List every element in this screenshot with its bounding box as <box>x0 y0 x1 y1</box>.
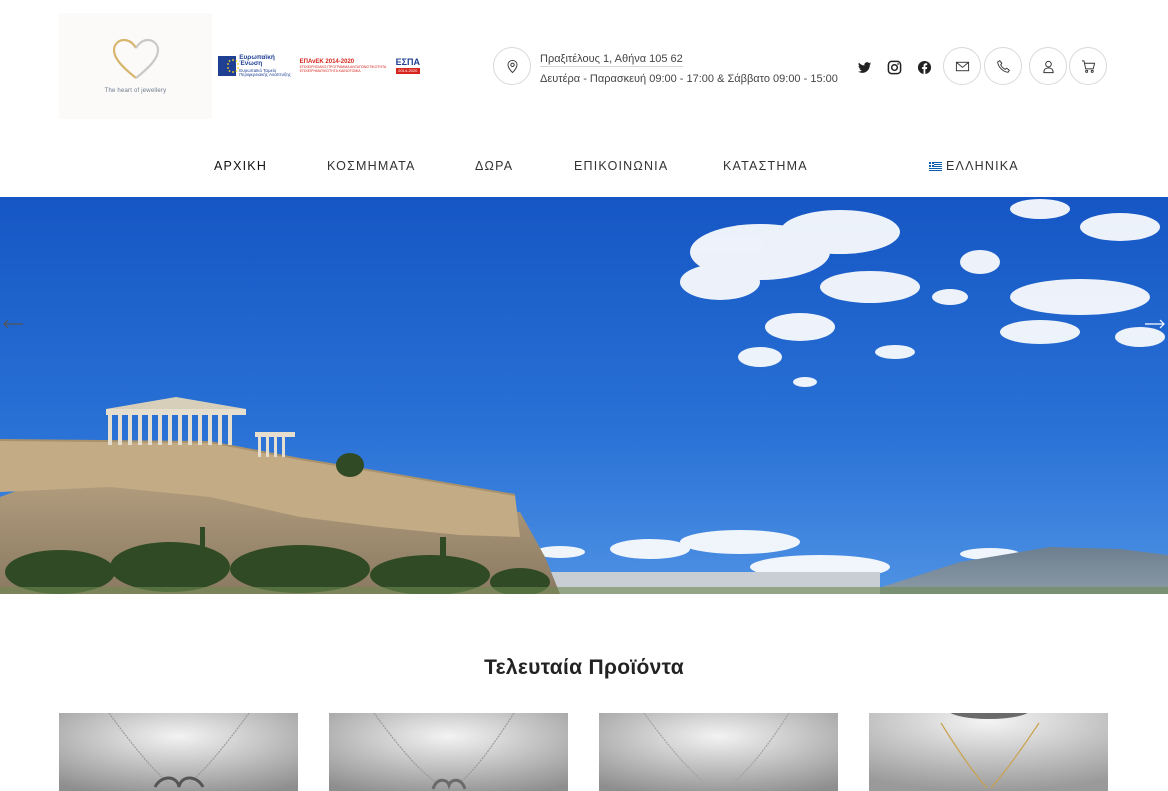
account-button[interactable] <box>1029 47 1067 85</box>
product-image <box>869 713 1108 791</box>
language-switcher[interactable]: ΕΛΛΗΝΙΚΑ <box>929 159 1019 173</box>
arrow-right-icon[interactable] <box>1144 318 1166 330</box>
site-header: The heart of jewellery Ευρωπαϊκή Ένωση Ε… <box>0 0 1168 197</box>
hero-slider[interactable] <box>0 197 1168 594</box>
product-image <box>329 713 568 791</box>
store-address[interactable]: Πραξιτέλους 1, Αθήνα 105 62 <box>540 53 683 67</box>
cart-button[interactable] <box>1069 47 1107 85</box>
greek-flag-icon <box>929 161 942 171</box>
product-card[interactable] <box>329 713 568 791</box>
heart-logo-icon <box>112 38 159 79</box>
map-pin-icon <box>507 59 517 73</box>
arrow-left-icon[interactable] <box>2 318 24 330</box>
facebook-link[interactable] <box>916 59 932 75</box>
user-icon <box>1042 60 1054 73</box>
nav-item-jewellery[interactable]: ΚΟΣΜΗΜΑΤΑ <box>327 159 416 173</box>
espa-years: 2014-2020 <box>395 68 420 74</box>
acropolis-image <box>0 197 1168 594</box>
latest-products-title: Τελευταία Προϊόντα <box>484 656 684 679</box>
nav-item-gifts[interactable]: ΔΩΡΑ <box>475 159 513 173</box>
instagram-link[interactable] <box>886 59 902 75</box>
site-logo[interactable]: The heart of jewellery <box>59 13 212 119</box>
phone-icon <box>996 59 1010 73</box>
product-card[interactable] <box>599 713 838 791</box>
store-hours: Δευτέρα - Παρασκευή 09:00 - 17:00 & Σάββ… <box>540 73 838 85</box>
cart-icon <box>1081 59 1095 73</box>
twitter-icon <box>857 61 871 73</box>
nav-item-home[interactable]: ΑΡΧΙΚΗ <box>214 159 267 173</box>
facebook-icon <box>917 60 931 74</box>
espa-title: ΕΣΠΑ <box>395 57 420 67</box>
eu-flag-icon <box>218 56 239 76</box>
product-image <box>59 713 298 791</box>
twitter-link[interactable] <box>856 59 872 75</box>
logo-tagline: The heart of jewellery <box>104 88 167 94</box>
store-info: Πραξιτέλους 1, Αθήνα 105 62 Δευτέρα - Πα… <box>540 49 840 85</box>
language-label: ΕΛΛΗΝΙΚΑ <box>946 159 1019 173</box>
nav-item-contact[interactable]: ΕΠΙΚΟΙΝΩΝΙΑ <box>574 159 668 173</box>
email-button[interactable] <box>943 47 981 85</box>
product-image <box>599 713 838 791</box>
phone-button[interactable] <box>984 47 1022 85</box>
product-card[interactable] <box>869 713 1108 791</box>
epanek-subtitle: ΕΠΙΧΕΙΡΗΣΙΑΚΟ ΠΡΟΓΡΑΜΜΑ ΑΝΤΑΓΩΝΙΣΤΙΚΟΤΗΤ… <box>299 65 387 73</box>
espa-banner[interactable]: Ευρωπαϊκή Ένωση Ευρωπαϊκό Ταμείο Περιφερ… <box>218 54 420 78</box>
instagram-icon <box>887 60 901 74</box>
location-button[interactable] <box>493 47 531 85</box>
envelope-icon <box>955 61 969 71</box>
product-card[interactable] <box>59 713 298 791</box>
nav-item-store[interactable]: ΚΑΤΑΣΤΗΜΑ <box>723 159 808 173</box>
